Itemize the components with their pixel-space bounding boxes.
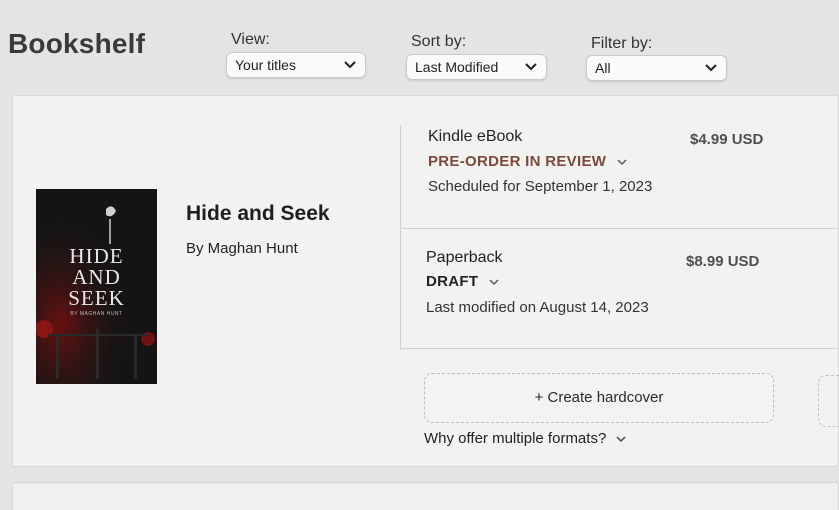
view-select[interactable]: Your titles: [226, 52, 366, 78]
format-price-paperback: $8.99 USD: [686, 253, 760, 270]
chevron-down-icon: [616, 436, 626, 443]
chevron-down-icon: [525, 63, 537, 71]
cover-title-line: SEEK: [68, 286, 125, 310]
filter-select-value: All: [595, 60, 611, 76]
cover-title-line: HIDE: [69, 244, 124, 268]
book-author: By Maghan Hunt: [186, 240, 298, 257]
format-detail-paperback: Last modified on August 14, 2023: [426, 299, 649, 316]
format-name-kindle: Kindle eBook: [428, 128, 523, 145]
divider: [400, 230, 401, 350]
divider: [400, 228, 839, 229]
format-detail-kindle: Scheduled for September 1, 2023: [428, 178, 653, 195]
format-name-paperback: Paperback: [426, 249, 503, 266]
status-badge: DRAFT: [426, 273, 479, 290]
chevron-down-icon: [344, 61, 356, 69]
sort-select-value: Last Modified: [415, 59, 499, 75]
status-dropdown-paperback[interactable]: DRAFT: [426, 273, 499, 290]
sort-label: Sort by:: [411, 33, 467, 50]
book-title[interactable]: Hide and Seek: [186, 202, 330, 226]
create-format-button[interactable]: [818, 375, 839, 427]
chevron-down-icon: [489, 279, 499, 286]
status-dropdown-kindle[interactable]: PRE-ORDER IN REVIEW: [428, 153, 627, 170]
chevron-down-icon: [705, 64, 717, 72]
sort-select[interactable]: Last Modified: [406, 54, 547, 80]
cover-author: BY MAGHAN HUNT: [70, 311, 123, 317]
view-label: View:: [231, 31, 270, 48]
status-badge: PRE-ORDER IN REVIEW: [428, 153, 607, 170]
view-select-value: Your titles: [235, 57, 296, 73]
create-hardcover-button[interactable]: + Create hardcover: [424, 373, 774, 423]
why-multiple-formats-link[interactable]: Why offer multiple formats?: [424, 430, 626, 447]
filter-label: Filter by:: [591, 35, 653, 52]
why-multiple-formats-label: Why offer multiple formats?: [424, 430, 607, 447]
bookshelf-header: Bookshelf View: Your titles Sort by: Las…: [0, 0, 839, 95]
chevron-down-icon: [617, 159, 627, 166]
book-cover-image[interactable]: HIDE AND SEEK BY MAGHAN HUNT: [36, 189, 157, 384]
cover-title-line: AND: [72, 265, 121, 289]
next-book-card: [12, 482, 839, 510]
format-price-kindle: $4.99 USD: [690, 131, 764, 148]
divider: [400, 125, 401, 228]
divider: [400, 348, 839, 349]
page-title: Bookshelf: [8, 28, 146, 59]
filter-select[interactable]: All: [586, 55, 727, 81]
